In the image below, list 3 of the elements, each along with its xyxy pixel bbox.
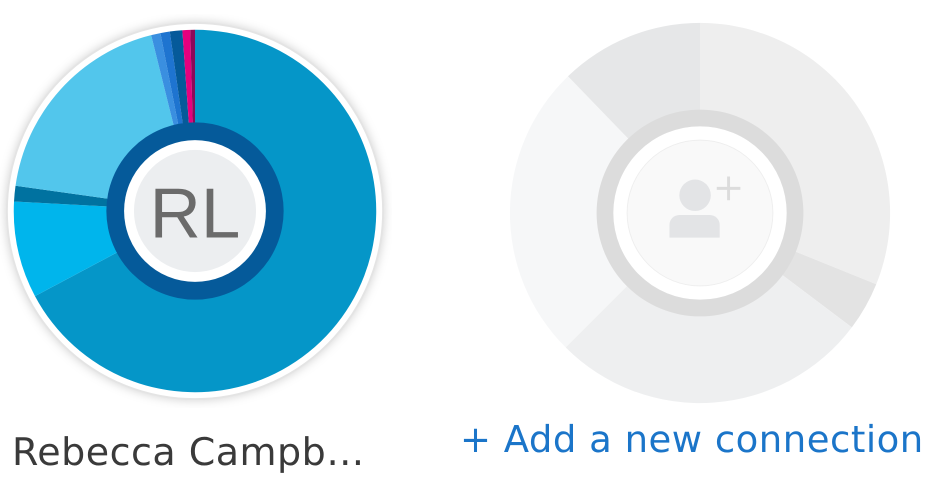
avatar-initials: RL bbox=[150, 174, 240, 254]
contact-name: Rebecca Campb… bbox=[12, 430, 366, 474]
add-connection-link[interactable]: + Add a new connection bbox=[460, 418, 924, 461]
